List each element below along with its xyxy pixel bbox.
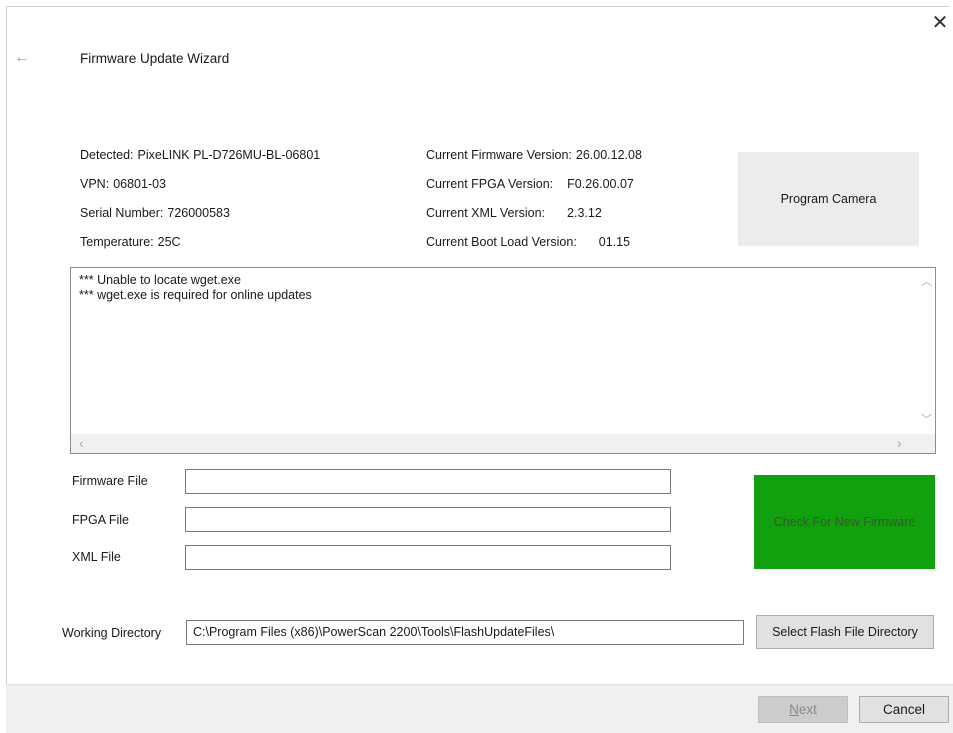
serial-row: Serial Number: 726000583: [80, 206, 230, 220]
fpga-version-label: Current FPGA Version:: [426, 177, 554, 191]
firmware-version-label: Current Firmware Version:: [426, 148, 572, 162]
temperature-value: 25C: [157, 235, 181, 249]
firmware-file-input[interactable]: [185, 469, 671, 494]
fpga-file-input[interactable]: [185, 507, 671, 532]
xml-file-input[interactable]: [185, 545, 671, 570]
serial-label: Serial Number:: [80, 206, 164, 220]
scroll-right-icon[interactable]: ›: [897, 436, 902, 450]
firmware-version-value: 26.00.12.08: [575, 148, 642, 162]
scroll-left-icon[interactable]: ‹: [79, 436, 84, 450]
program-camera-button[interactable]: Program Camera: [738, 152, 919, 246]
scroll-up-icon[interactable]: ︿: [921, 276, 932, 288]
vpn-row: VPN: 06801-03: [80, 177, 166, 191]
working-directory-label: Working Directory: [62, 626, 162, 640]
vertical-scrollbar[interactable]: ︿ ﹀: [918, 268, 935, 434]
temperature-row: Temperature: 25C: [80, 235, 181, 249]
xml-version-value: 2.3.12: [567, 206, 602, 220]
boot-version-value: 01.15: [598, 235, 631, 249]
firmware-version-row: Current Firmware Version: 26.00.12.08: [426, 148, 642, 162]
detected-value: PixeLINK PL-D726MU-BL-06801: [137, 148, 321, 162]
vpn-label: VPN:: [80, 177, 110, 191]
select-flash-file-directory-button[interactable]: Select Flash File Directory: [756, 615, 934, 649]
vpn-value: 06801-03: [113, 177, 167, 191]
back-arrow-icon[interactable]: ←: [13, 49, 31, 67]
horizontal-scrollbar[interactable]: ‹ ›: [71, 434, 935, 453]
detected-label: Detected:: [80, 148, 134, 162]
boot-version-row: Current Boot Load Version: 01.15: [426, 235, 630, 249]
boot-version-label: Current Boot Load Version:: [426, 235, 577, 249]
page-title: Firmware Update Wizard: [80, 51, 230, 66]
scroll-down-icon[interactable]: ﹀: [921, 414, 932, 426]
xml-version-label: Current XML Version:: [426, 206, 546, 220]
next-button[interactable]: Next: [758, 696, 848, 723]
close-icon[interactable]: ✕: [930, 12, 950, 34]
firmware-file-label: Firmware File: [72, 474, 148, 488]
xml-file-label: XML File: [72, 550, 121, 564]
check-for-new-firmware-button[interactable]: Check For New Firmware: [754, 475, 935, 569]
detected-row: Detected: PixeLINK PL-D726MU-BL-06801: [80, 148, 320, 162]
fpga-file-label: FPGA File: [72, 513, 129, 527]
cancel-button[interactable]: Cancel: [859, 696, 949, 723]
log-textarea[interactable]: *** Unable to locate wget.exe *** wget.e…: [70, 267, 936, 454]
log-text: *** Unable to locate wget.exe *** wget.e…: [79, 273, 312, 302]
fpga-version-row: Current FPGA Version: F0.26.00.07: [426, 177, 634, 191]
next-button-label: Next: [789, 702, 817, 717]
fpga-version-value: F0.26.00.07: [567, 177, 634, 191]
working-directory-input[interactable]: C:\Program Files (x86)\PowerScan 2200\To…: [186, 620, 744, 645]
serial-value: 726000583: [167, 206, 230, 220]
temperature-label: Temperature:: [80, 235, 154, 249]
xml-version-row: Current XML Version: 2.3.12: [426, 206, 602, 220]
